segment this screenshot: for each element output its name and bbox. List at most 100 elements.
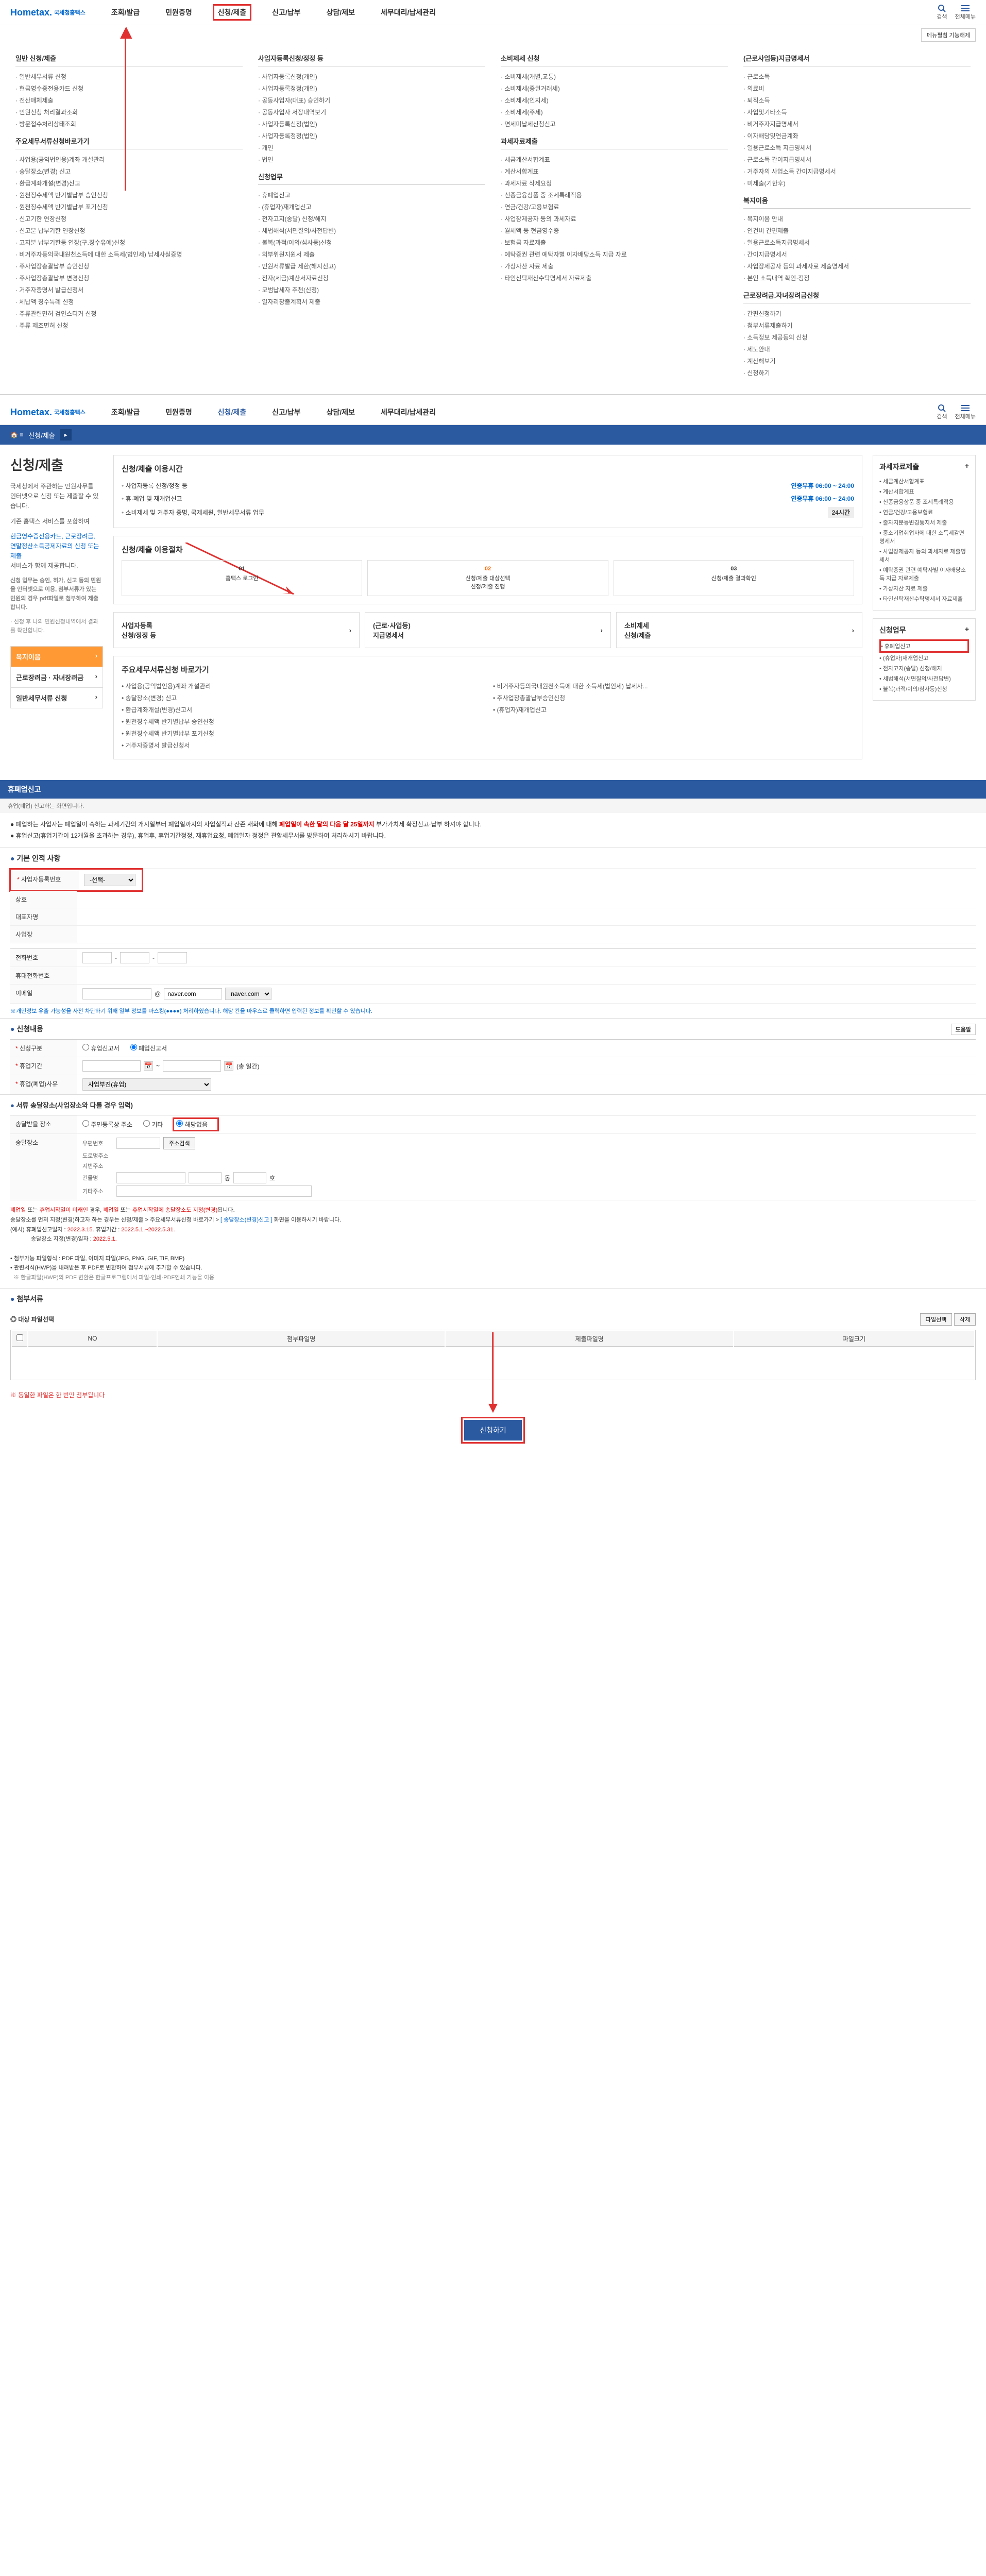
nav-report[interactable]: 신고/납부: [267, 404, 305, 420]
list-item[interactable]: 소비제세(개별,교통): [501, 71, 728, 82]
list-item[interactable]: 사업장제공자 등의 과세자료 제출명세서: [879, 546, 969, 565]
list-item[interactable]: 신종금융상품 중 조세특례적용: [879, 497, 969, 507]
select-all-checkbox[interactable]: [16, 1334, 23, 1341]
list-item[interactable]: 가상자산 자료 제출: [501, 260, 728, 272]
list-item[interactable]: 외부위원지원서 제출: [258, 248, 485, 260]
list-item[interactable]: 월세액 등 현금영수증: [501, 225, 728, 236]
reason-select[interactable]: 사업부진(휴업): [82, 1078, 211, 1091]
plus-icon[interactable]: +: [965, 462, 969, 472]
bizno-select[interactable]: -선택-: [84, 874, 135, 886]
dong[interactable]: [189, 1172, 222, 1183]
logo[interactable]: Hometax. 국세청홈택스: [10, 7, 86, 18]
list-item[interactable]: 사업장제공자 등의 과세자료: [501, 213, 728, 225]
sidebar-item-welfare[interactable]: 복지이음›: [10, 646, 103, 667]
list-item[interactable]: 계산서합계표: [501, 165, 728, 177]
date-from[interactable]: [82, 1060, 141, 1072]
list-item[interactable]: 방문접수처리상태조회: [15, 118, 243, 130]
list-item[interactable]: 모범납세자 추천(신청): [258, 284, 485, 296]
list-item[interactable]: 보험금 자료제출: [501, 236, 728, 248]
nav-consult[interactable]: 상담/제보: [321, 4, 360, 21]
list-item[interactable]: 근로소득: [743, 71, 971, 82]
list-item[interactable]: 주사업장총괄납부 승인신청: [15, 260, 243, 272]
list-item[interactable]: 주사업장총괄납부승인신청: [493, 692, 854, 704]
list-item[interactable]: 일자리창출계획서 제출: [258, 296, 485, 308]
list-item[interactable]: 퇴직소득: [743, 94, 971, 106]
list-item[interactable]: 면세미납세신청신고: [501, 118, 728, 130]
list-item[interactable]: 사업및기타소득: [743, 106, 971, 118]
list-item[interactable]: 출자지분등변경통지서 제출: [879, 517, 969, 528]
list-item[interactable]: 연금/건강/고용보험료: [501, 201, 728, 213]
list-item[interactable]: 휴폐업신고: [879, 639, 969, 653]
list-item[interactable]: 원천징수세액 반기별납부 포기신청: [15, 201, 243, 213]
list-item[interactable]: 환급계좌개설(변경)신고서: [122, 704, 483, 716]
list-item[interactable]: 사업자등록신청(개인): [258, 71, 485, 82]
list-item[interactable]: 예탁증권 관련 예탁자별 이자배당소득 지급 자료제출: [879, 565, 969, 583]
list-item[interactable]: 전자(세금)계산서자료신청: [258, 272, 485, 284]
list-item[interactable]: 송달장소(변경) 신고: [122, 692, 483, 704]
nav-cert[interactable]: 민원증명: [160, 404, 197, 420]
email-domain[interactable]: [164, 988, 222, 999]
list-item[interactable]: (휴업자)재개업신고: [258, 201, 485, 213]
list-item[interactable]: 개인: [258, 142, 485, 154]
list-item[interactable]: 신고분 납부기한 연장신청: [15, 225, 243, 236]
list-item[interactable]: 첨부서류제출하기: [743, 319, 971, 331]
list-item[interactable]: 본인 소득내역 확인·정정: [743, 272, 971, 284]
list-item[interactable]: 세금계산서합계표: [879, 476, 969, 486]
list-item[interactable]: 사업자등록정정(법인): [258, 130, 485, 142]
nav-query[interactable]: 조회/발급: [106, 404, 145, 420]
nav-report[interactable]: 신고/납부: [267, 4, 305, 21]
box-consume[interactable]: 소비제세 신청/제출›: [616, 612, 862, 648]
list-item[interactable]: 비거주자지급명세서: [743, 118, 971, 130]
list-item[interactable]: 휴폐업신고: [258, 189, 485, 201]
list-item[interactable]: 소비제세(증권거래세): [501, 82, 728, 94]
file-delete-button[interactable]: 삭제: [954, 1313, 976, 1326]
nav-apply[interactable]: 신청/제출: [213, 404, 251, 420]
list-item[interactable]: 신고기한 연장신청: [15, 213, 243, 225]
calendar-icon[interactable]: 📅: [224, 1061, 233, 1071]
sidebar-item-worktax[interactable]: 근로장려금 · 자녀장려금›: [10, 667, 103, 688]
list-item[interactable]: 거주자의 사업소득 간이지급명세서: [743, 165, 971, 177]
list-item[interactable]: 일용근로소득 지급명세서: [743, 142, 971, 154]
bldg[interactable]: [116, 1172, 185, 1183]
list-item[interactable]: 신종금융상품 중 조세특례적용: [501, 189, 728, 201]
list-item[interactable]: 일반세무서류 신청: [15, 71, 243, 82]
email-domain-select[interactable]: naver.com: [225, 988, 271, 1000]
list-item[interactable]: 중소기업취업자에 대한 소득세감면명세서: [879, 528, 969, 546]
list-item[interactable]: 소득정보 제공동의 신청: [743, 331, 971, 343]
search-icon[interactable]: 검색: [937, 4, 947, 21]
help-button[interactable]: 도움말: [951, 1024, 976, 1035]
allmenu-icon[interactable]: 전체메뉴: [955, 4, 976, 21]
list-item[interactable]: 전자고지(송달) 신청/해지: [879, 663, 969, 673]
postcode[interactable]: [116, 1138, 160, 1149]
list-item[interactable]: 제도안내: [743, 343, 971, 355]
nav-apply[interactable]: 신청/제출: [213, 4, 251, 21]
list-item[interactable]: 거주자증명서 발급신청서: [122, 739, 483, 751]
list-item[interactable]: 간이지급명세서: [743, 248, 971, 260]
box-payment[interactable]: (근로·사업등) 지급명세서›: [365, 612, 611, 648]
list-item[interactable]: 주류 제조면허 신청: [15, 319, 243, 331]
nav-agent[interactable]: 세무대리/납세관리: [376, 4, 441, 21]
list-item[interactable]: 법인: [258, 154, 485, 165]
list-item[interactable]: 세금계산서합계표: [501, 154, 728, 165]
list-item[interactable]: 이자배당및연금계좌: [743, 130, 971, 142]
list-item[interactable]: 인건비 간편제출: [743, 225, 971, 236]
radio-resident-addr[interactable]: 주민등록상 주소: [82, 1120, 132, 1129]
list-item[interactable]: 거주자증명서 발급신청서: [15, 284, 243, 296]
list-item[interactable]: 일용근로소득지급명세서: [743, 236, 971, 248]
list-item[interactable]: 원천징수세액 반기별납부 승인신청: [122, 716, 483, 727]
list-item[interactable]: 현금영수증전용카드 신청: [15, 82, 243, 94]
logo[interactable]: Hometax. 국세청홈택스: [10, 407, 86, 418]
list-item[interactable]: (휴업자)재개업신고: [493, 704, 854, 716]
list-item[interactable]: 불복(과적/이의/심사등)신청: [258, 236, 485, 248]
tel-2[interactable]: [120, 952, 149, 963]
search-icon[interactable]: 검색: [937, 404, 947, 420]
list-item[interactable]: 원천징수세액 반기별납부 포기신청: [122, 727, 483, 739]
list-item[interactable]: 공동사업자 저장내역보기: [258, 106, 485, 118]
list-item[interactable]: 주사업장총괄납부 변경신청: [15, 272, 243, 284]
list-item[interactable]: 계산해보기: [743, 355, 971, 367]
addr-search-button[interactable]: 주소검색: [163, 1137, 195, 1149]
list-item[interactable]: 복지이음 안내: [743, 213, 971, 225]
box-bizreg[interactable]: 사업자등록 신청/정정 등›: [113, 612, 360, 648]
nav-agent[interactable]: 세무대리/납세관리: [376, 404, 441, 420]
list-item[interactable]: 타인신탁재산수탁명세서 자료제출: [501, 272, 728, 284]
